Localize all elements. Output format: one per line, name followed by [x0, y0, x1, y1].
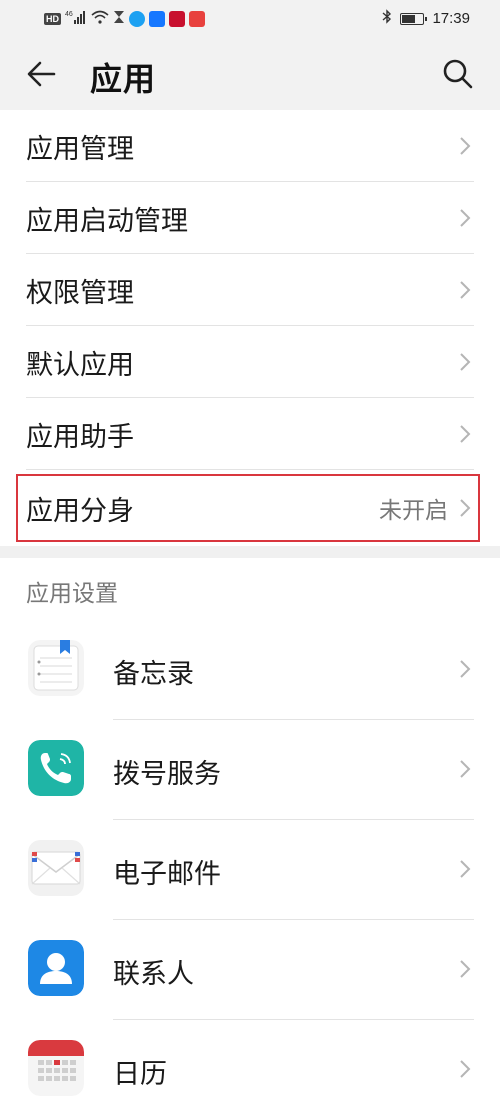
permission-management-item[interactable]: 权限管理 — [0, 254, 500, 326]
item-label: 应用分身 — [26, 495, 134, 527]
status-value: 未开启 — [379, 498, 448, 524]
back-arrow-icon — [27, 61, 56, 87]
app-item-memo[interactable]: 备忘录 — [0, 620, 500, 720]
header: 应用 — [0, 38, 500, 110]
app-item-calendar[interactable]: 日历 — [0, 1020, 500, 1111]
battery-icon — [400, 12, 428, 25]
chevron-right-icon — [460, 860, 471, 878]
chevron-right-icon — [460, 960, 471, 978]
status-bar-right: 17:39 — [382, 9, 470, 28]
app-notification-icon-2 — [189, 10, 205, 27]
bluetooth-icon — [382, 9, 392, 28]
search-icon — [443, 59, 473, 89]
wifi-icon — [91, 9, 109, 28]
app-label: 拨号服务 — [113, 759, 221, 790]
item-label: 应用助手 — [26, 421, 134, 453]
search-button[interactable] — [440, 56, 476, 92]
app-startup-management-item[interactable]: 应用启动管理 — [0, 182, 500, 254]
chevron-right-icon — [460, 353, 471, 371]
section-gap — [0, 546, 500, 558]
status-bar: HD 46 17:39 — [0, 0, 500, 38]
alipay-notification-icon — [149, 10, 165, 27]
app-item-dialer[interactable]: 拨号服务 — [0, 720, 500, 820]
hd-badge: HD — [44, 12, 61, 25]
app-management-item[interactable]: 应用管理 — [0, 110, 500, 182]
page-title: 应用 — [90, 60, 157, 98]
network-type: 46 — [65, 11, 73, 18]
app-notification-icon-1 — [129, 10, 145, 27]
contacts-icon — [28, 940, 84, 996]
item-label: 权限管理 — [26, 277, 134, 309]
tmall-notification-icon — [169, 10, 185, 27]
app-settings-list: 备忘录 拨号服务 电子邮件 联系人 日历 — [0, 620, 500, 1111]
clock: 17:39 — [432, 10, 470, 27]
item-label: 应用启动管理 — [26, 205, 188, 237]
memo-icon — [28, 640, 84, 696]
chevron-right-icon — [460, 209, 471, 227]
email-icon — [28, 840, 84, 896]
app-label: 日历 — [113, 1059, 167, 1090]
app-label: 联系人 — [113, 959, 194, 990]
app-item-email[interactable]: 电子邮件 — [0, 820, 500, 920]
phone-icon — [28, 740, 84, 796]
app-options-list: 应用管理 应用启动管理 权限管理 默认应用 应用助手 应用分身 未开启 — [0, 110, 500, 546]
chevron-right-icon — [460, 499, 471, 517]
chevron-right-icon — [460, 1060, 471, 1078]
chevron-right-icon — [460, 760, 471, 778]
app-assistant-item[interactable]: 应用助手 — [0, 398, 500, 470]
app-item-contacts[interactable]: 联系人 — [0, 920, 500, 1020]
chevron-right-icon — [460, 281, 471, 299]
app-label: 备忘录 — [113, 659, 194, 690]
hourglass-icon — [113, 9, 125, 28]
item-label: 默认应用 — [26, 349, 134, 381]
chevron-right-icon — [460, 660, 471, 678]
app-label: 电子邮件 — [113, 859, 221, 890]
status-bar-left: HD 46 — [44, 9, 205, 28]
signal-icon: 46 — [65, 9, 87, 28]
default-apps-item[interactable]: 默认应用 — [0, 326, 500, 398]
item-label: 应用管理 — [26, 133, 134, 165]
chevron-right-icon — [460, 137, 471, 155]
section-title: 应用设置 — [26, 581, 118, 607]
calendar-icon — [28, 1040, 84, 1096]
app-twin-item[interactable]: 应用分身 未开启 — [0, 470, 500, 546]
chevron-right-icon — [460, 425, 471, 443]
back-button[interactable] — [24, 56, 60, 92]
